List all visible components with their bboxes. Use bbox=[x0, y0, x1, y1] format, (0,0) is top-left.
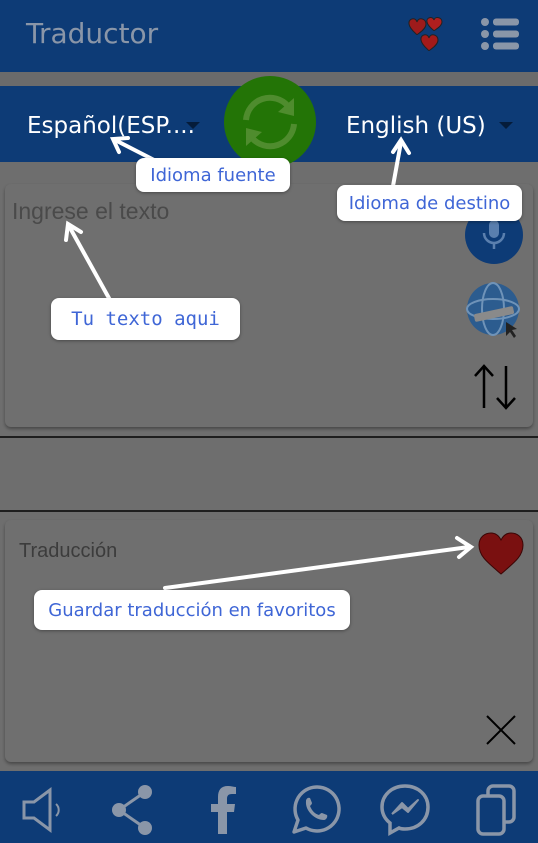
whatsapp-icon[interactable] bbox=[286, 782, 342, 838]
callout-your-text: Tu texto aqui bbox=[51, 298, 240, 340]
callout-save-favorite: Guardar traducción en favoritos bbox=[34, 590, 350, 630]
facebook-icon[interactable] bbox=[196, 782, 252, 838]
callout-target-language: Idioma de destino bbox=[337, 185, 522, 221]
messenger-icon[interactable] bbox=[377, 782, 433, 838]
bottom-bar bbox=[0, 771, 538, 843]
share-icon[interactable] bbox=[105, 782, 161, 838]
callout-source-language: Idioma fuente bbox=[136, 158, 290, 192]
annotation-arrows bbox=[64, 136, 475, 590]
speaker-icon[interactable] bbox=[16, 782, 72, 838]
copy-icon[interactable] bbox=[470, 782, 526, 838]
